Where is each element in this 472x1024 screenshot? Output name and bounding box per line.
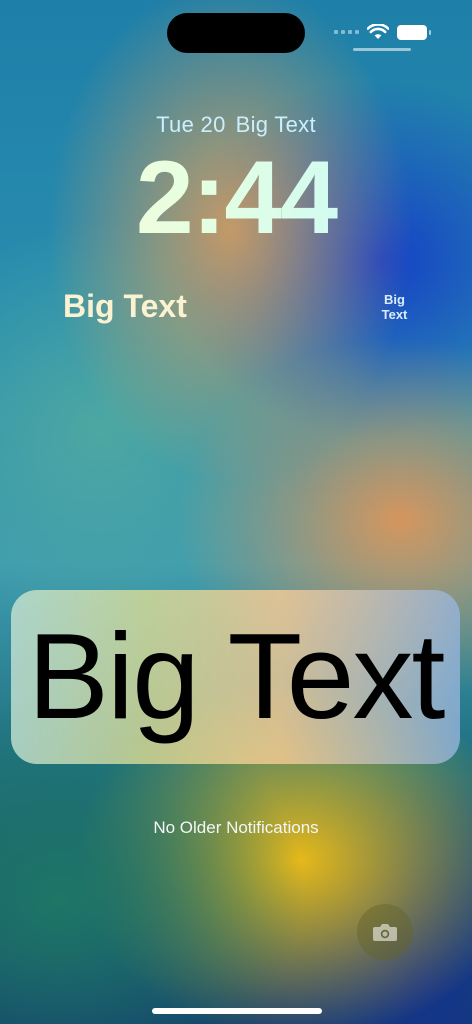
- date-widget-text: Big Text: [235, 112, 316, 137]
- dynamic-island: [167, 13, 305, 53]
- notification-text: Big Text: [27, 608, 446, 744]
- lock-clock: 2:44: [0, 138, 472, 258]
- widget-big-text-small[interactable]: Big Text: [372, 292, 417, 322]
- cellular-signal-icon: [334, 30, 359, 34]
- home-indicator[interactable]: [152, 1008, 322, 1014]
- battery-icon: [397, 24, 431, 40]
- date-text: Tue 20: [156, 112, 226, 137]
- control-center-grabber[interactable]: [353, 48, 411, 51]
- lock-screen: Tue 20 Big Text 2:44 Big Text Big Text Bi…: [0, 0, 472, 1024]
- camera-icon: [373, 924, 397, 941]
- notification-card[interactable]: Big Text: [11, 590, 460, 764]
- wifi-icon: [367, 24, 389, 39]
- camera-button[interactable]: [357, 904, 413, 960]
- status-bar-right: [334, 22, 431, 42]
- no-older-notifications-label: No Older Notifications: [153, 818, 319, 837]
- date-row[interactable]: Tue 20 Big Text: [0, 112, 472, 138]
- widget-big-text-large[interactable]: Big Text: [63, 288, 187, 325]
